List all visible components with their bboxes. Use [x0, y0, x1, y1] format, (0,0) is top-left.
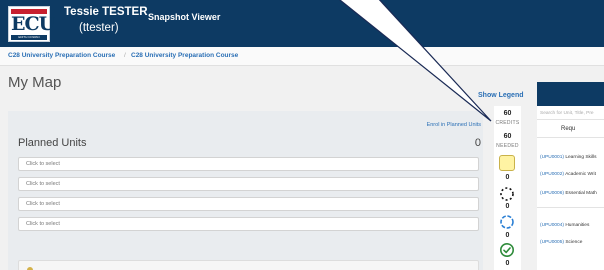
snapshot-viewer-screen: ECU EDITH COWAN Tessie TESTER (ttester) …	[0, 0, 604, 270]
callout-pointer	[339, 0, 492, 122]
